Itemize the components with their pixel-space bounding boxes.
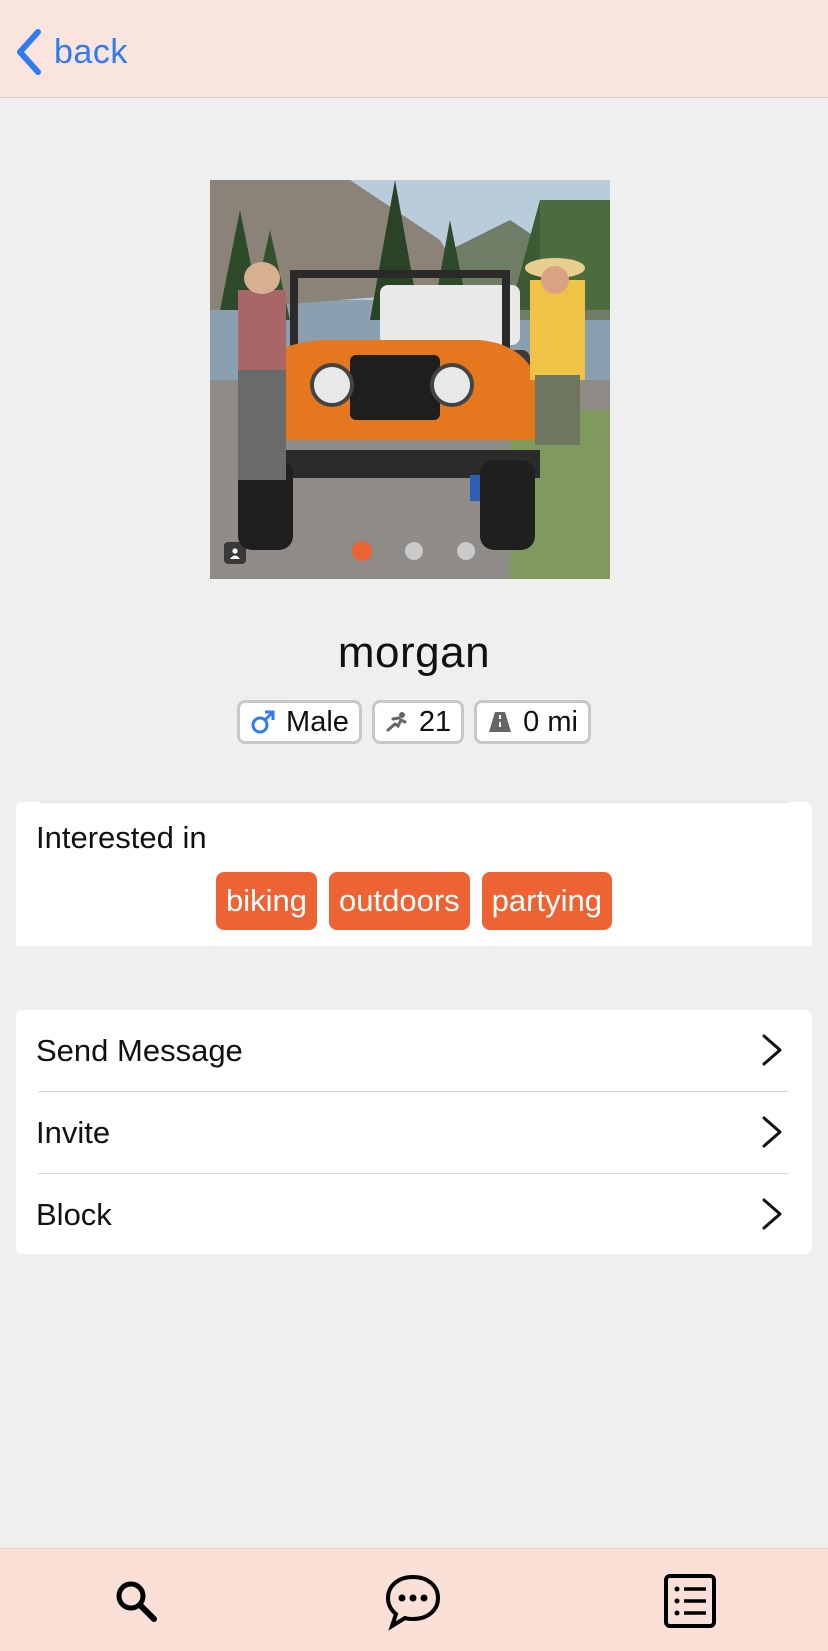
age-label: 21 [418, 705, 452, 738]
chevron-right-icon [762, 1116, 782, 1148]
interest-tag: outdoors [329, 872, 470, 930]
runner-icon [386, 712, 407, 732]
interest-tags: biking outdoors partying [16, 872, 812, 930]
interests-card: Interested in biking outdoors partying [16, 802, 812, 946]
interest-tag: biking [216, 872, 318, 930]
male-icon [251, 710, 275, 734]
profile-name: morgan [337, 628, 491, 677]
carousel-dot-2[interactable] [405, 542, 423, 560]
gender-label: Male [286, 705, 349, 738]
top-nav-bar: back [0, 0, 828, 98]
chat-bubble-icon [385, 1574, 441, 1631]
gender-chip: Male [237, 700, 362, 744]
carousel-dots [210, 541, 610, 562]
carousel-dot-3[interactable] [457, 542, 475, 560]
block-row[interactable]: Block [16, 1174, 812, 1255]
distance-chip: 0 mi [474, 700, 591, 744]
chat-tab[interactable] [383, 1571, 443, 1631]
block-label: Block [36, 1196, 112, 1232]
interests-divider [40, 802, 788, 803]
list-icon [664, 1574, 716, 1628]
search-icon [116, 1581, 157, 1622]
invite-label: Invite [36, 1114, 111, 1150]
bottom-tab-bar [0, 1548, 828, 1651]
interests-title: Interested in [36, 820, 207, 855]
distance-label: 0 mi [523, 705, 578, 738]
back-button[interactable]: back [14, 26, 128, 78]
chevron-right-icon [762, 1034, 782, 1066]
invite-row[interactable]: Invite [16, 1092, 812, 1173]
send-message-row[interactable]: Send Message [16, 1010, 812, 1091]
search-tab[interactable] [106, 1571, 166, 1631]
list-tab[interactable] [660, 1571, 720, 1631]
send-message-label: Send Message [36, 1032, 243, 1068]
age-chip: 21 [371, 700, 465, 744]
back-label: back [54, 32, 128, 71]
actions-menu: Send Message Invite Block [16, 1010, 812, 1254]
profile-chips: Male 21 0 mi [0, 700, 828, 744]
chevron-left-icon [17, 29, 41, 75]
interest-tag: partying [481, 872, 612, 930]
road-icon [489, 712, 512, 732]
chevron-right-icon [762, 1198, 782, 1230]
carousel-dot-1[interactable] [352, 541, 372, 561]
profile-photo [210, 180, 610, 579]
profile-photo-carousel[interactable] [210, 180, 610, 579]
